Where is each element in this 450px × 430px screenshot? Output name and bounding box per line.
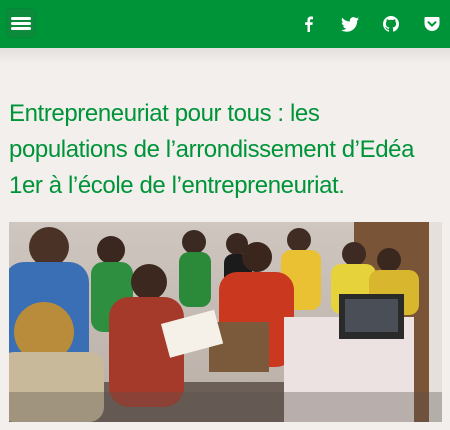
facebook-icon (305, 16, 313, 32)
top-header-bar (0, 0, 450, 48)
pocket-link[interactable] (422, 14, 442, 34)
twitter-link[interactable] (340, 14, 360, 34)
facebook-link[interactable] (299, 14, 319, 34)
article-featured-photo (9, 222, 442, 422)
header-shadow (0, 48, 450, 64)
github-icon (383, 16, 399, 32)
pocket-icon (424, 17, 440, 31)
twitter-icon (341, 16, 359, 32)
menu-toggle-button[interactable] (7, 9, 35, 37)
github-link[interactable] (381, 14, 401, 34)
article-title[interactable]: Entrepreneuriat pour tous : les populati… (9, 96, 429, 204)
